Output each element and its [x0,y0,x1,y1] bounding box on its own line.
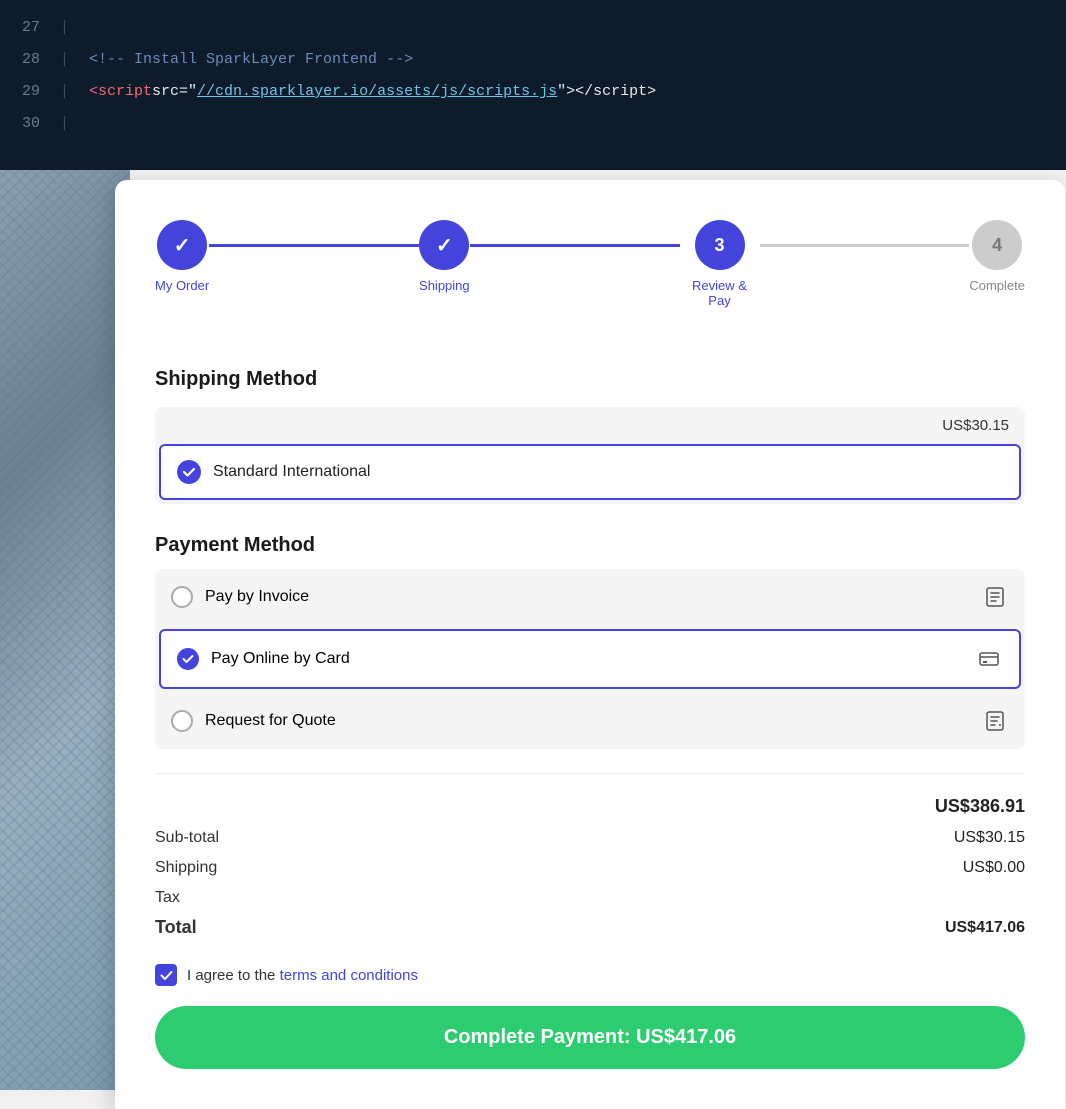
code-line-27: 27 | [0,12,1066,44]
terms-row: I agree to the terms and conditions [155,964,1025,986]
background-denim [0,170,130,1090]
checkout-stepper: ✓ My Order ✓ Shipping 3 Review & Pay 4 C… [155,210,1025,328]
line-divider: | [60,48,69,72]
shipping-method-container: US$30.15 Standard International [155,407,1025,504]
step-label-my-order: My Order [155,278,209,293]
main-panel: ✓ My Order ✓ Shipping 3 Review & Pay 4 C… [115,180,1065,1109]
summary-label-total: Total [155,917,197,938]
radio-quote [171,710,193,732]
shipping-method-title: Shipping Method [155,368,1025,391]
step-label-shipping: Shipping [419,278,470,293]
payment-options-container: Pay by Invoice Pay On [155,569,1025,749]
summary-row-total-amount: US$386.91 [155,790,1025,823]
payment-label-invoice: Pay by Invoice [205,588,309,606]
step-connector-2 [470,244,680,247]
code-tag: <script [89,80,152,104]
code-attr: "></script> [557,80,656,104]
shipping-radio-check [177,460,201,484]
summary-row-total: Total US$417.06 [155,913,1025,944]
payment-option-card[interactable]: Pay Online by Card [159,629,1021,689]
payment-option-invoice[interactable]: Pay by Invoice [155,569,1025,625]
payment-option-quote[interactable]: Request for Quote [155,693,1025,749]
terms-link[interactable]: terms and conditions [280,967,418,984]
terms-text: I agree to the terms and conditions [187,967,418,984]
line-number: 28 [0,48,60,72]
code-line-28: 28 | <!-- Install SparkLayer Frontend --… [0,44,1066,76]
step-label-review-pay: Review & Pay [680,278,760,308]
step-review-pay: 3 Review & Pay [680,220,760,308]
step-complete: 4 Complete [969,220,1025,293]
step-connector-3 [760,244,970,247]
line-number: 30 [0,112,60,136]
line-number: 27 [0,16,60,40]
check-small-icon [182,653,194,665]
payment-method-header: Payment Method [155,534,1025,557]
summary-value-shipping: US$0.00 [963,859,1025,877]
card-icon [975,645,1003,673]
step-shipping: ✓ Shipping [419,220,470,293]
step-circle-shipping: ✓ [419,220,469,270]
shipping-price: US$30.15 [155,407,1025,444]
summary-label-tax: Tax [155,889,180,907]
line-number: 29 [0,80,60,104]
summary-label-subtotal: Sub-total [155,829,219,847]
line-divider: | [60,112,69,136]
shipping-option-label: Standard International [213,463,370,481]
code-url: //cdn.sparklayer.io/assets/js/scripts.js [197,80,557,104]
payment-label-card: Pay Online by Card [211,650,350,668]
summary-row-tax: Tax [155,883,1025,913]
terms-check-icon [160,969,173,982]
summary-value-total: US$417.06 [945,919,1025,937]
code-line-29: 29 | <script src=" //cdn.sparklayer.io/a… [0,76,1066,108]
summary-first-value: US$386.91 [935,796,1025,817]
check-icon [182,465,196,479]
radio-invoice [171,586,193,608]
step-circle-my-order: ✓ [157,220,207,270]
code-line-30: 30 | [0,108,1066,140]
code-attr: src=" [152,80,197,104]
step-label-complete: Complete [969,278,1025,293]
step-circle-review-pay: 3 [695,220,745,270]
invoice-icon [981,583,1009,611]
order-summary: US$386.91 Sub-total US$30.15 Shipping US… [155,773,1025,944]
summary-value-subtotal: US$30.15 [954,829,1025,847]
summary-row-shipping: Shipping US$0.00 [155,853,1025,883]
shipping-method-section: Shipping Method US$30.15 Standard Intern… [155,368,1025,504]
payment-label-quote: Request for Quote [205,712,336,730]
payment-method-title: Payment Method [155,534,315,557]
complete-payment-button[interactable]: Complete Payment: US$417.06 [155,1006,1025,1069]
step-connector-1 [209,244,419,247]
step-circle-complete: 4 [972,220,1022,270]
line-divider: | [60,16,69,40]
radio-card [177,648,199,670]
terms-checkbox[interactable] [155,964,177,986]
step-my-order: ✓ My Order [155,220,209,293]
code-comment: <!-- Install SparkLayer Frontend --> [89,48,413,72]
quote-icon [981,707,1009,735]
payment-method-section: Payment Method Pay by Invoice [155,534,1025,749]
code-editor: 27 | 28 | <!-- Install SparkLayer Fronte… [0,0,1066,170]
line-divider: | [60,80,69,104]
summary-row-subtotal: Sub-total US$30.15 [155,823,1025,853]
shipping-option-standard[interactable]: Standard International [159,444,1021,500]
summary-label-shipping: Shipping [155,859,217,877]
